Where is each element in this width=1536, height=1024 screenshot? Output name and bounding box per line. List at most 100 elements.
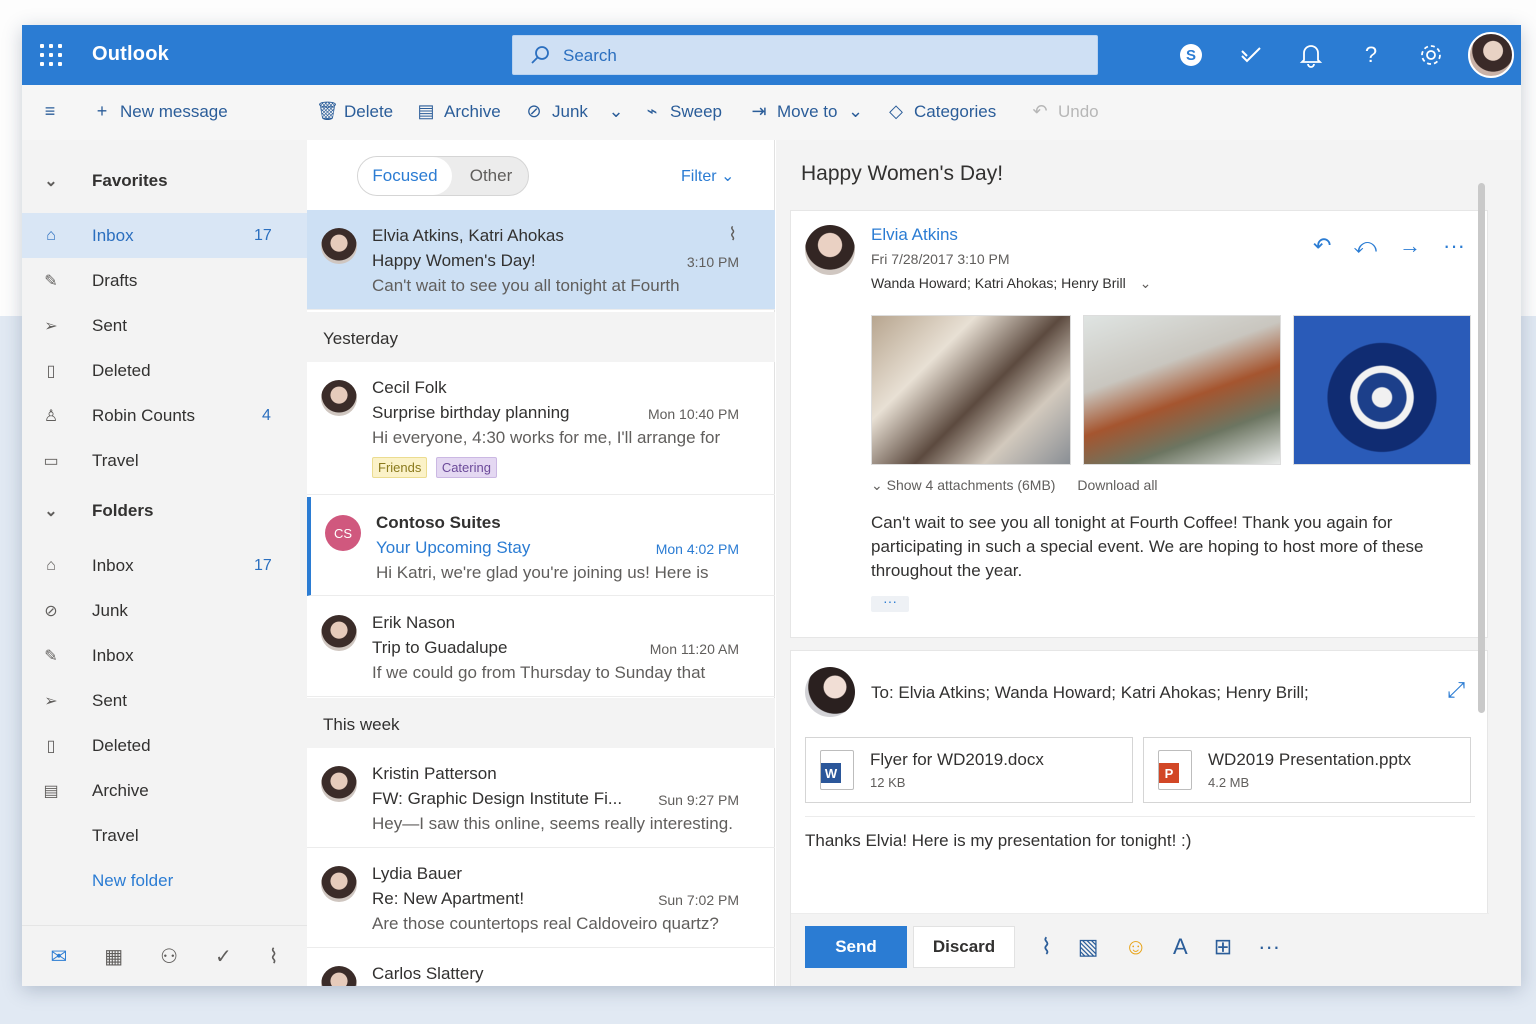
nav-item-drafts[interactable]: ✎ Drafts — [22, 258, 307, 303]
avatar — [321, 866, 357, 902]
nav-toggle-button[interactable]: ≡ — [40, 101, 60, 122]
message-sender: Kristin Patterson — [372, 764, 497, 783]
chevron-down-icon: ⌄ — [44, 172, 58, 190]
message-item[interactable]: Cecil Folk Surprise birthday planning Mo… — [307, 362, 775, 495]
junk-dropdown[interactable]: ⌄ — [606, 101, 626, 122]
nav-item-travel[interactable]: ▭ Travel — [22, 438, 307, 483]
new-message-button[interactable]: + New message — [92, 101, 228, 122]
unread-count: 17 — [254, 226, 272, 244]
skype-icon[interactable]: S — [1176, 40, 1206, 70]
calendar-icon[interactable]: ▦ — [104, 944, 123, 969]
nav-item-folders-deleted[interactable]: ▯ Deleted — [22, 723, 307, 768]
attached-file[interactable]: P WD2019 Presentation.pptx 4.2 MB — [1143, 737, 1471, 803]
chevron-down-icon[interactable]: ⌄ — [1140, 275, 1152, 291]
search-box[interactable]: Search — [512, 35, 1098, 75]
nav-item-archive[interactable]: ▤ Archive — [22, 768, 307, 813]
table-icon[interactable]: ⊞ — [1214, 934, 1232, 960]
undo-button[interactable]: ↶ Undo — [1030, 101, 1098, 122]
attached-file[interactable]: W Flyer for WD2019.docx 12 KB — [805, 737, 1133, 803]
nav-item-label: Inbox — [92, 645, 134, 665]
folders-header[interactable]: ⌄ Folders — [22, 488, 307, 533]
nav-item-favorites-inbox[interactable]: ⌂ Inbox 17 — [22, 213, 307, 258]
download-all-link[interactable]: Download all — [1077, 477, 1157, 493]
tab-focused[interactable]: Focused — [358, 157, 452, 195]
people-icon[interactable]: ⚇ — [160, 944, 178, 969]
attachment-icon[interactable]: ⌇ — [269, 944, 279, 969]
gear-icon[interactable] — [1416, 40, 1446, 70]
move-to-button[interactable]: ⇥ Move to ⌄ — [749, 101, 865, 122]
message-item[interactable]: Kristin Patterson FW: Graphic Design Ins… — [307, 748, 775, 848]
junk-button[interactable]: ⊘ Junk — [524, 101, 587, 122]
nav-item-junk[interactable]: ⊘ Junk — [22, 588, 307, 633]
user-avatar[interactable] — [1468, 32, 1514, 78]
show-more-button[interactable]: ··· — [871, 594, 909, 612]
new-folder-link[interactable]: New folder — [22, 858, 307, 903]
svg-text:S: S — [1186, 47, 1196, 64]
module-switcher: ✉ ▦ ⚇ ✓ ⌇ — [22, 925, 307, 986]
forward-icon[interactable]: → — [1399, 233, 1421, 259]
nav-item-sent[interactable]: ➢ Sent — [22, 303, 307, 348]
nav-item-folders-travel[interactable]: Travel — [22, 813, 307, 858]
sweep-button[interactable]: ⌁ Sweep — [642, 101, 722, 122]
attachment-photo[interactable] — [1083, 315, 1281, 465]
delete-button[interactable]: 🗑︎ Delete — [316, 101, 393, 122]
inbox-tabs: Focused Other — [357, 156, 529, 196]
nav-item-deleted[interactable]: ▯ Deleted — [22, 348, 307, 393]
app-header: Outlook Search S ? — [22, 25, 1521, 85]
composer-toolbar: Send Discard ⌇ ▧ ☺ A ⊞ ··· — [791, 913, 1489, 986]
favorites-header[interactable]: ⌄ Favorites — [22, 158, 307, 203]
group-header-yesterday: Yesterday — [307, 312, 775, 362]
message-item[interactable]: CS Contoso Suites Your Upcoming Stay Mon… — [307, 497, 775, 596]
more-options-icon[interactable]: ··· — [1258, 934, 1280, 960]
avatar — [805, 225, 855, 275]
chevron-down-icon: ⌄ — [608, 101, 624, 121]
nav-item-folders-sent[interactable]: ➢ Sent — [22, 678, 307, 723]
message-item[interactable]: Elvia Atkins, Katri Ahokas Happy Women's… — [307, 210, 775, 310]
nav-item-inbox-2[interactable]: ✎ Inbox — [22, 633, 307, 678]
message-item[interactable]: Carlos Slattery — [307, 948, 775, 986]
emoji-icon[interactable]: ☺ — [1125, 934, 1147, 960]
more-icon[interactable]: ··· — [1443, 233, 1465, 259]
app-launcher-icon[interactable] — [40, 44, 62, 66]
avatar — [321, 766, 357, 802]
tab-other[interactable]: Other — [452, 157, 530, 195]
categories-button[interactable]: ◇ Categories — [886, 101, 996, 122]
attachment-photo[interactable] — [871, 315, 1071, 465]
attachment-photo[interactable] — [1293, 315, 1471, 465]
show-attachments-link[interactable]: Show 4 attachments (6MB) — [887, 477, 1056, 493]
chevron-down-icon: ⌄ — [721, 168, 735, 185]
message-sender: Cecil Folk — [372, 378, 447, 397]
delete-label: Delete — [344, 101, 394, 121]
image-icon[interactable]: ▧ — [1078, 934, 1099, 960]
attach-icon[interactable]: ⌇ — [1041, 934, 1052, 960]
send-button[interactable]: Send — [805, 926, 907, 968]
message-subject: Re: New Apartment! — [372, 889, 525, 908]
unread-count: 17 — [254, 556, 272, 574]
nav-item-robin-counts[interactable]: ♙ Robin Counts 4 — [22, 393, 307, 438]
reply-all-icon[interactable]: ⤺ — [1353, 233, 1377, 259]
reply-icon[interactable]: ↶ — [1313, 233, 1331, 259]
expand-icon[interactable]: ⤢ — [1447, 677, 1465, 703]
message-item[interactable]: Erik Nason Trip to Guadalupe Mon 11:20 A… — [307, 597, 775, 697]
bell-icon[interactable] — [1296, 40, 1326, 70]
todo-icon[interactable] — [1236, 40, 1266, 70]
todo-icon[interactable]: ✓ — [215, 944, 232, 969]
reply-body[interactable]: Thanks Elvia! Here is my presentation fo… — [805, 831, 1191, 851]
sweep-icon: ⌁ — [646, 101, 658, 121]
format-icon[interactable]: A — [1173, 934, 1188, 960]
mail-icon[interactable]: ✉ — [50, 944, 67, 969]
discard-button[interactable]: Discard — [913, 926, 1015, 968]
nav-item-folders-inbox[interactable]: ⌂ Inbox 17 — [22, 543, 307, 588]
archive-icon: ▤ — [417, 101, 435, 121]
filter-button[interactable]: Filter ⌄ — [681, 166, 734, 186]
sender-name[interactable]: Elvia Atkins — [871, 225, 958, 245]
to-field[interactable]: To: Elvia Atkins; Wanda Howard; Katri Ah… — [871, 683, 1309, 703]
scrollbar[interactable] — [1478, 183, 1485, 713]
help-icon[interactable]: ? — [1356, 40, 1386, 70]
archive-button[interactable]: ▤ Archive — [416, 101, 500, 122]
inbox-icon: ⌂ — [46, 556, 56, 574]
message-sender: Carlos Slattery — [372, 964, 484, 983]
pencil-icon: ✎ — [44, 272, 58, 290]
message-item[interactable]: Lydia Bauer Re: New Apartment! Sun 7:02 … — [307, 848, 775, 948]
avatar — [321, 615, 357, 651]
